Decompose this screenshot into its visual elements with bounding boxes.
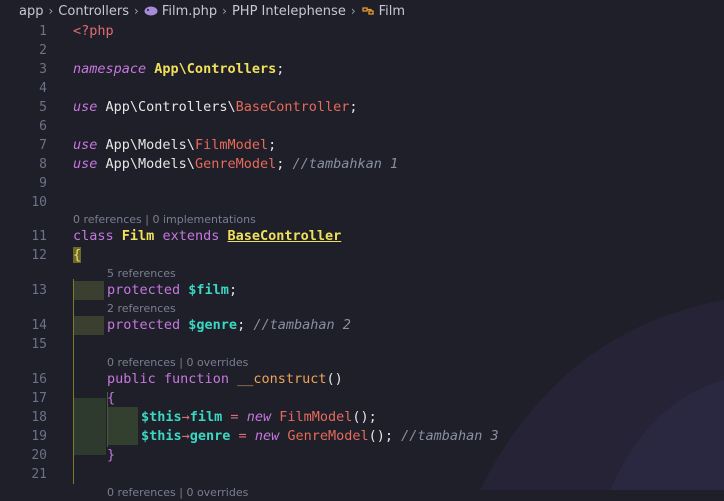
breadcrumb-item-controllers[interactable]: Controllers bbox=[58, 4, 129, 19]
code-text[interactable]: { bbox=[73, 246, 82, 265]
codelens-next-references[interactable]: 0 references | 0 overrides bbox=[107, 485, 248, 501]
line-number: 20 bbox=[31, 448, 47, 463]
code-line-9: 9 bbox=[0, 174, 724, 193]
code-text[interactable]: protected $film; bbox=[107, 281, 237, 300]
code-line-7: 7 use App\Models\FilmModel; bbox=[0, 136, 724, 155]
breadcrumb: app › Controllers › Film.php › PHP Intel… bbox=[0, 0, 724, 22]
code-line-6: 6 bbox=[0, 117, 724, 136]
breadcrumb-item-file[interactable]: Film.php bbox=[162, 4, 217, 19]
chevron-right-icon: › bbox=[350, 4, 356, 18]
code-text[interactable]: $this→genre = new GenreModel(); //tambah… bbox=[141, 427, 499, 446]
line-number: 11 bbox=[31, 229, 47, 244]
code-text[interactable]: } bbox=[107, 446, 115, 465]
php-elephant-icon bbox=[144, 6, 158, 16]
line-number: 9 bbox=[39, 176, 47, 191]
code-line-2: 2 bbox=[0, 41, 724, 60]
php-open-tag[interactable]: <?php bbox=[73, 22, 114, 41]
matched-brace: { bbox=[73, 247, 82, 263]
code-line-20: 20 } bbox=[0, 446, 724, 465]
code-text[interactable]: protected $genre; //tambahan 2 bbox=[107, 316, 351, 335]
codelens-genre-references[interactable]: 2 references bbox=[107, 301, 176, 317]
code-line-10: 10 bbox=[0, 193, 724, 212]
line-number: 10 bbox=[31, 195, 47, 210]
line-number: 5 bbox=[39, 100, 47, 115]
line-number: 12 bbox=[31, 248, 47, 263]
code-text[interactable]: use App\Models\GenreModel; //tambahkan 1 bbox=[73, 155, 398, 174]
breadcrumb-item-language[interactable]: PHP Intelephense bbox=[232, 4, 346, 19]
line-number: 6 bbox=[39, 119, 47, 134]
line-number: 1 bbox=[39, 24, 47, 39]
code-line-13: 13 protected $film; bbox=[0, 281, 724, 300]
line-number: 2 bbox=[39, 43, 47, 58]
codelens-construct-references[interactable]: 0 references | 0 overrides bbox=[107, 355, 248, 371]
code-text[interactable]: namespace App\Controllers; bbox=[73, 60, 284, 79]
code-line-19: 19 $this→genre = new GenreModel(); //tam… bbox=[0, 427, 724, 446]
breadcrumb-item-app[interactable]: app bbox=[19, 4, 43, 19]
codelens-film-references[interactable]: 5 references bbox=[107, 266, 176, 282]
line-number: 4 bbox=[39, 81, 47, 96]
code-line-16: 16 public function __construct() bbox=[0, 370, 724, 389]
code-text[interactable]: { bbox=[107, 389, 115, 408]
code-line-11: 11 class Film extends BaseController bbox=[0, 227, 724, 246]
chevron-right-icon: › bbox=[222, 4, 227, 18]
line-number: 15 bbox=[31, 337, 47, 352]
code-line-18: 18 $this→film = new FilmModel(); bbox=[0, 408, 724, 427]
line-number: 7 bbox=[39, 138, 47, 153]
line-number: 14 bbox=[31, 318, 47, 333]
code-line-5: 5 use App\Controllers\BaseController; bbox=[0, 98, 724, 117]
line-number: 19 bbox=[31, 429, 47, 444]
code-line-1: 1 <?php bbox=[0, 22, 724, 41]
code-line-4: 4 bbox=[0, 79, 724, 98]
line-number: 17 bbox=[31, 391, 47, 406]
chevron-right-icon: › bbox=[48, 4, 54, 18]
line-number: 8 bbox=[39, 157, 47, 172]
class-symbol-icon bbox=[361, 5, 375, 17]
code-text[interactable]: use App\Models\FilmModel; bbox=[73, 136, 276, 155]
codelens-class-references[interactable]: 0 references | 0 implementations bbox=[73, 212, 256, 228]
line-number: 18 bbox=[31, 410, 47, 425]
line-number: 13 bbox=[31, 283, 47, 298]
line-number: 21 bbox=[31, 467, 47, 482]
line-number: 16 bbox=[31, 372, 47, 387]
code-text[interactable]: public function __construct() bbox=[107, 370, 343, 389]
code-text[interactable]: class Film extends BaseController bbox=[73, 227, 341, 246]
breadcrumb-item-symbol[interactable]: Film bbox=[379, 4, 405, 19]
code-line-3: 3 namespace App\Controllers; bbox=[0, 60, 724, 79]
code-line-8: 8 use App\Models\GenreModel; //tambahkan… bbox=[0, 155, 724, 174]
line-number: 3 bbox=[39, 62, 47, 77]
code-line-21: 21 bbox=[0, 465, 724, 484]
code-line-12: 12 { bbox=[0, 246, 724, 265]
code-text[interactable]: use App\Controllers\BaseController; bbox=[73, 98, 358, 117]
code-text[interactable]: $this→film = new FilmModel(); bbox=[141, 408, 377, 427]
code-editor[interactable]: 1 <?php 2 3 namespace App\Controllers; 4… bbox=[0, 22, 724, 499]
code-line-15: 15 bbox=[0, 335, 724, 354]
code-line-17: 17 { bbox=[0, 389, 724, 408]
code-line-14: 14 protected $genre; //tambahan 2 bbox=[0, 316, 724, 335]
chevron-right-icon: › bbox=[134, 4, 139, 18]
